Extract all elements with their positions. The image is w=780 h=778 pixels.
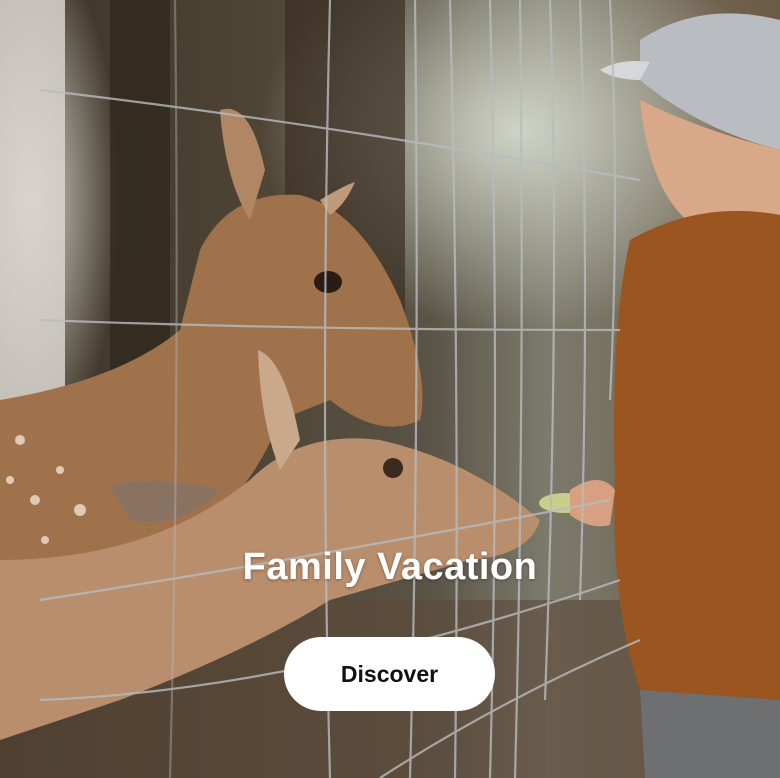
- discover-button[interactable]: Discover: [284, 637, 495, 711]
- hero-title: Family Vacation: [242, 546, 538, 588]
- hero-banner: Family Vacation Discover: [0, 0, 780, 778]
